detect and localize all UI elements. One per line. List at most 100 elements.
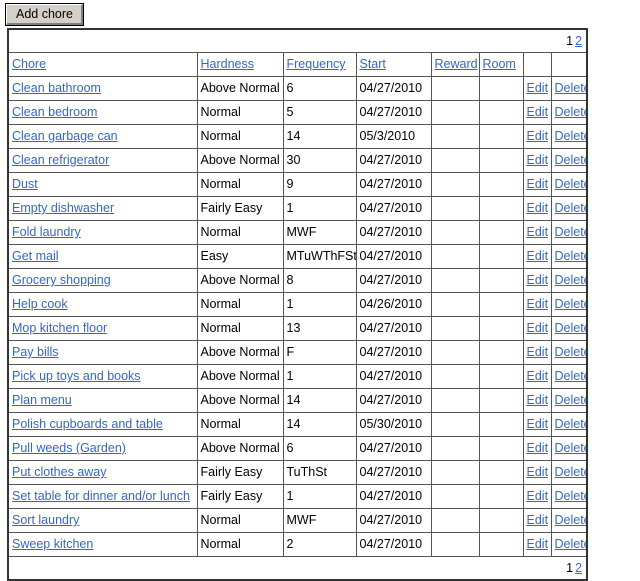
delete-link[interactable]: Delete <box>555 441 587 455</box>
edit-link[interactable]: Edit <box>527 273 549 287</box>
cell-start: 04/27/2010 <box>355 388 432 413</box>
delete-link[interactable]: Delete <box>555 297 587 311</box>
chore-link[interactable]: Empty dishwasher <box>12 201 114 215</box>
edit-link[interactable]: Edit <box>527 129 549 143</box>
edit-link[interactable]: Edit <box>527 321 549 335</box>
edit-link[interactable]: Edit <box>527 177 549 191</box>
column-header-chore: Chore <box>7 52 198 77</box>
edit-link[interactable]: Edit <box>527 297 549 311</box>
chore-link[interactable]: Pick up toys and books <box>12 369 141 383</box>
chore-link[interactable]: Sweep kitchen <box>12 537 93 551</box>
edit-link[interactable]: Edit <box>527 465 549 479</box>
chore-link[interactable]: Sort laundry <box>12 513 79 527</box>
chore-link[interactable]: Grocery shopping <box>12 273 111 287</box>
delete-link[interactable]: Delete <box>555 489 587 503</box>
cell-reward <box>430 508 480 533</box>
cell-frequency: 14 <box>282 124 357 149</box>
sort-link-room[interactable]: Room <box>483 57 516 71</box>
column-header-edit <box>522 52 552 77</box>
chore-link[interactable]: Clean bedroom <box>12 105 97 119</box>
cell-reward <box>430 292 480 317</box>
chore-link[interactable]: Get mail <box>12 249 59 263</box>
sort-link-start[interactable]: Start <box>360 57 386 71</box>
delete-link[interactable]: Delete <box>555 465 587 479</box>
delete-link[interactable]: Delete <box>555 201 587 215</box>
table-row: Pick up toys and books Above Normal 1 04/27… <box>7 364 588 389</box>
edit-link[interactable]: Edit <box>527 417 549 431</box>
page-number-link-2[interactable]: 2 <box>575 34 582 48</box>
cell-frequency: TuThSt <box>282 460 357 485</box>
delete-link[interactable]: Delete <box>555 369 587 383</box>
chore-link[interactable]: Pull weeds (Garden) <box>12 441 126 455</box>
delete-link[interactable]: Delete <box>555 225 587 239</box>
cell-delete: Delete <box>550 460 588 485</box>
edit-link[interactable]: Edit <box>527 105 549 119</box>
chore-link[interactable]: Polish cupboards and table <box>12 417 163 431</box>
edit-link[interactable]: Edit <box>527 489 549 503</box>
chore-link[interactable]: Clean bathroom <box>12 81 101 95</box>
sort-link-chore[interactable]: Chore <box>12 57 46 71</box>
edit-link[interactable]: Edit <box>527 345 549 359</box>
sort-link-hardness[interactable]: Hardness <box>201 57 255 71</box>
cell-chore: Clean bathroom <box>7 76 198 101</box>
delete-link[interactable]: Delete <box>555 105 587 119</box>
cell-edit: Edit <box>522 412 552 437</box>
delete-link[interactable]: Delete <box>555 513 587 527</box>
delete-link[interactable]: Delete <box>555 249 587 263</box>
edit-link[interactable]: Edit <box>527 225 549 239</box>
chore-link[interactable]: Pay bills <box>12 345 59 359</box>
delete-link[interactable]: Delete <box>555 273 587 287</box>
cell-edit: Edit <box>522 436 552 461</box>
edit-link[interactable]: Edit <box>527 249 549 263</box>
delete-link[interactable]: Delete <box>555 81 587 95</box>
delete-link[interactable]: Delete <box>555 153 587 167</box>
cell-room <box>478 124 524 149</box>
page-number-link-2[interactable]: 2 <box>575 561 582 575</box>
chore-link[interactable]: Set table for dinner and/or lunch <box>12 489 190 503</box>
edit-link[interactable]: Edit <box>527 153 549 167</box>
cell-hardness: Above Normal <box>196 148 284 173</box>
table-row: Help cook Normal 1 04/26/2010 Edit Delete <box>7 292 588 317</box>
delete-link[interactable]: Delete <box>555 393 587 407</box>
edit-link[interactable]: Edit <box>527 537 549 551</box>
cell-hardness: Normal <box>196 100 284 125</box>
cell-chore: Pay bills <box>7 340 198 365</box>
cell-reward <box>430 196 480 221</box>
table-row: Put clothes away Fairly Easy TuThSt 04/27/2… <box>7 460 588 485</box>
table-header-row: Chore Hardness Frequency Start Reward Ro… <box>7 52 588 77</box>
edit-link[interactable]: Edit <box>527 201 549 215</box>
chore-link[interactable]: Put clothes away <box>12 465 107 479</box>
delete-link[interactable]: Delete <box>555 321 587 335</box>
delete-link[interactable]: Delete <box>555 177 587 191</box>
chore-link[interactable]: Fold laundry <box>12 225 81 239</box>
edit-link[interactable]: Edit <box>527 393 549 407</box>
delete-link[interactable]: Delete <box>555 129 587 143</box>
edit-link[interactable]: Edit <box>527 441 549 455</box>
add-chore-button[interactable]: Add chore <box>5 3 84 26</box>
chore-link[interactable]: Clean garbage can <box>12 129 118 143</box>
edit-link[interactable]: Edit <box>527 81 549 95</box>
chore-link[interactable]: Plan menu <box>12 393 72 407</box>
sort-link-frequency[interactable]: Frequency <box>287 57 346 71</box>
edit-link[interactable]: Edit <box>527 369 549 383</box>
edit-link[interactable]: Edit <box>527 513 549 527</box>
chore-link[interactable]: Help cook <box>12 297 68 311</box>
cell-delete: Delete <box>550 412 588 437</box>
column-header-hardness: Hardness <box>196 52 284 77</box>
cell-delete: Delete <box>550 484 588 509</box>
cell-frequency: 9 <box>282 172 357 197</box>
delete-link[interactable]: Delete <box>555 345 587 359</box>
chore-link[interactable]: Mop kitchen floor <box>12 321 107 335</box>
chore-link[interactable]: Clean refrigerator <box>12 153 109 167</box>
cell-delete: Delete <box>550 100 588 125</box>
cell-room <box>478 508 524 533</box>
cell-reward <box>430 220 480 245</box>
cell-frequency: MWF <box>282 220 357 245</box>
sort-link-reward[interactable]: Reward <box>435 57 478 71</box>
cell-start: 04/27/2010 <box>355 220 432 245</box>
delete-link[interactable]: Delete <box>555 537 587 551</box>
chore-link[interactable]: Dust <box>12 177 38 191</box>
column-header-room: Room <box>478 52 524 77</box>
cell-frequency: 1 <box>282 196 357 221</box>
delete-link[interactable]: Delete <box>555 417 587 431</box>
